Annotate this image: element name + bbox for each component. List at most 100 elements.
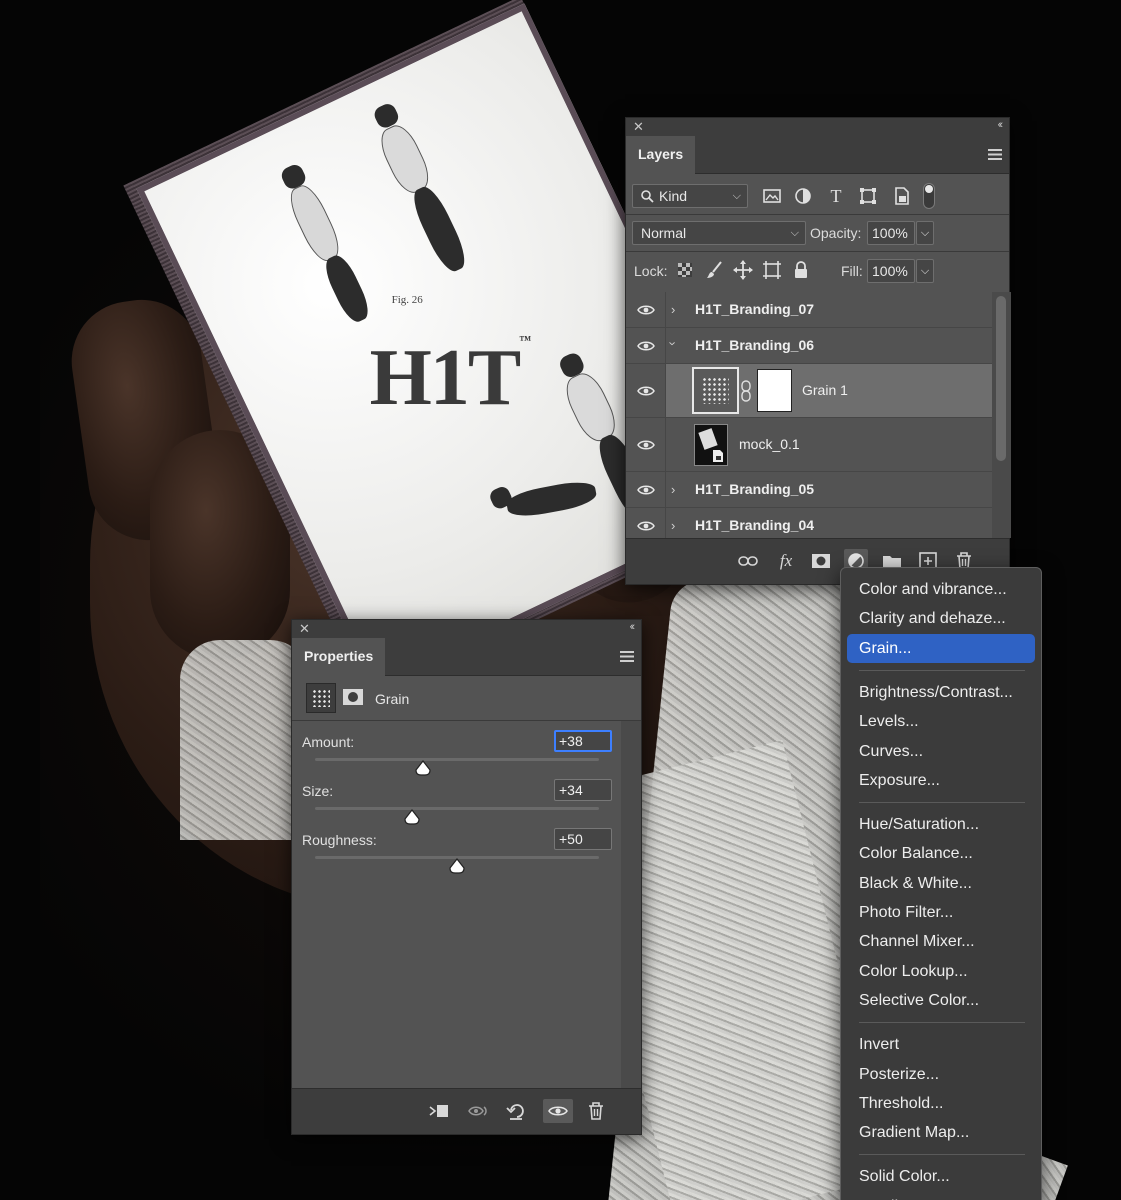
layer-row[interactable]: › H1T_Branding_06	[626, 328, 992, 364]
menu-item[interactable]: Photo Filter...	[847, 898, 1035, 927]
filter-kind-value: Kind	[659, 188, 688, 204]
collapse-icon[interactable]: ‹‹	[998, 119, 1004, 131]
clip-to-layer-icon[interactable]	[427, 1099, 451, 1123]
layer-row[interactable]: mock_0.1	[626, 418, 992, 472]
panel-menu-icon[interactable]	[988, 149, 1002, 160]
trash-icon[interactable]	[584, 1099, 608, 1123]
visibility-eye-icon[interactable]	[637, 385, 655, 397]
menu-item[interactable]: Channel Mixer...	[847, 927, 1035, 956]
type-filter-icon[interactable]: T	[825, 185, 847, 207]
panel-topbar: ✕ ‹‹	[292, 620, 641, 638]
menu-item[interactable]: Color and vibrance...	[847, 575, 1035, 604]
lock-pixels-brush-icon[interactable]	[704, 259, 726, 281]
chevron-down-icon: ⌵	[732, 190, 741, 202]
menu-separator	[859, 802, 1025, 804]
link-chain-icon[interactable]	[740, 380, 752, 402]
menu-item[interactable]: Invert	[847, 1030, 1035, 1059]
menu-item[interactable]: Black & White...	[847, 869, 1035, 898]
menu-item[interactable]: Curves...	[847, 737, 1035, 766]
menu-item[interactable]: Brightness/Contrast...	[847, 678, 1035, 707]
slider-label: Roughness:	[302, 832, 377, 848]
menu-item[interactable]: Clarity and dehaze...	[847, 604, 1035, 633]
chevron-right-icon[interactable]: ›	[671, 518, 675, 533]
lock-label: Lock:	[634, 263, 668, 279]
menu-separator	[859, 1022, 1025, 1024]
slider-value-input[interactable]: +38	[554, 730, 612, 752]
opacity-input[interactable]: 100%	[867, 221, 915, 245]
menu-item[interactable]: Levels...	[847, 707, 1035, 736]
grain-adjustment-thumbnail[interactable]	[692, 367, 739, 414]
properties-scrollbar[interactable]	[621, 721, 641, 1091]
adjustment-layer-menu: Color and vibrance... Clarity and dehaze.…	[840, 567, 1042, 1200]
chevron-down-icon[interactable]: ›	[666, 341, 681, 345]
opacity-chevron-icon[interactable]: ⌵	[916, 221, 934, 245]
visibility-eye-icon[interactable]	[637, 520, 655, 532]
close-icon[interactable]: ✕	[299, 621, 310, 637]
visibility-eye-icon[interactable]	[637, 439, 655, 451]
chevron-right-icon[interactable]: ›	[671, 302, 675, 317]
shape-filter-icon[interactable]	[857, 185, 879, 207]
menu-item[interactable]: Gradient Map...	[847, 1118, 1035, 1147]
lock-transparent-icon[interactable]	[674, 259, 696, 281]
lock-artboard-icon[interactable]	[761, 259, 783, 281]
filter-toggle[interactable]	[923, 183, 935, 209]
layer-row-selected[interactable]: Grain 1	[626, 364, 992, 418]
toggle-visibility-eye-icon[interactable]	[543, 1099, 573, 1123]
image-filter-icon[interactable]	[761, 185, 783, 207]
close-icon[interactable]: ✕	[633, 119, 644, 135]
lock-position-move-icon[interactable]	[732, 259, 754, 281]
layer-list-scrollbar[interactable]	[992, 292, 1011, 538]
menu-item[interactable]: Posterize...	[847, 1060, 1035, 1089]
scrollbar-thumb[interactable]	[996, 296, 1006, 461]
chevron-right-icon[interactable]: ›	[671, 482, 675, 497]
visibility-eye-icon[interactable]	[637, 340, 655, 352]
slider-handle[interactable]	[403, 809, 420, 825]
mask-tab-icon[interactable]	[342, 688, 364, 706]
blend-mode-value: Normal	[641, 225, 687, 241]
adjustment-filter-icon[interactable]	[792, 185, 814, 207]
layer-row[interactable]: › H1T_Branding_07	[626, 292, 992, 328]
tab-properties[interactable]: Properties	[292, 638, 386, 676]
menu-item[interactable]: Gradient...	[847, 1192, 1035, 1200]
filter-kind-dropdown[interactable]: Kind ⌵	[632, 184, 748, 208]
fill-input[interactable]: 100%	[867, 259, 915, 283]
fill-label: Fill:	[841, 263, 863, 279]
smart-object-filter-icon[interactable]	[890, 185, 912, 207]
collapse-icon[interactable]: ‹‹	[630, 621, 636, 633]
menu-item[interactable]: Grain...	[847, 633, 1035, 663]
smart-object-thumbnail[interactable]	[694, 424, 728, 466]
blend-mode-dropdown[interactable]: Normal ⌵	[632, 221, 806, 245]
card-brand: H1T™	[369, 332, 532, 422]
menu-item[interactable]: Color Balance...	[847, 839, 1035, 868]
reset-icon[interactable]	[505, 1099, 529, 1123]
panel-menu-icon[interactable]	[620, 651, 634, 662]
menu-item[interactable]: Hue/Saturation...	[847, 810, 1035, 839]
slider-value-input[interactable]: +34	[554, 779, 612, 801]
slider-label: Amount:	[302, 734, 355, 750]
menu-item[interactable]: Exposure...	[847, 766, 1035, 795]
layer-row[interactable]: › H1T_Branding_05	[626, 472, 992, 508]
tab-layers[interactable]: Layers	[626, 136, 696, 174]
view-previous-state-icon[interactable]	[467, 1099, 491, 1123]
grain-adjustment-tab-icon[interactable]	[306, 683, 336, 713]
menu-item[interactable]: Color Lookup...	[847, 957, 1035, 986]
slider-handle[interactable]	[415, 760, 431, 776]
layer-mask-thumbnail[interactable]	[757, 369, 792, 412]
slider-handle[interactable]	[449, 858, 465, 874]
menu-item[interactable]: Threshold...	[847, 1089, 1035, 1118]
menu-item[interactable]: Selective Color...	[847, 986, 1035, 1015]
fx-icon[interactable]: fx	[774, 549, 798, 573]
slider-value-input[interactable]: +50	[554, 828, 612, 850]
visibility-eye-icon[interactable]	[637, 304, 655, 316]
fill-chevron-icon[interactable]: ⌵	[916, 259, 934, 283]
link-layers-icon[interactable]	[736, 549, 760, 573]
properties-header: Grain	[292, 677, 641, 721]
menu-separator	[859, 669, 1025, 671]
visibility-eye-icon[interactable]	[637, 484, 655, 496]
lock-all-icon[interactable]	[790, 259, 812, 281]
add-mask-icon[interactable]	[809, 549, 833, 573]
menu-item[interactable]: Solid Color...	[847, 1162, 1035, 1191]
layer-row[interactable]: › H1T_Branding_04	[626, 508, 992, 538]
slider-track[interactable]	[315, 807, 599, 810]
slider-track[interactable]	[315, 758, 599, 761]
